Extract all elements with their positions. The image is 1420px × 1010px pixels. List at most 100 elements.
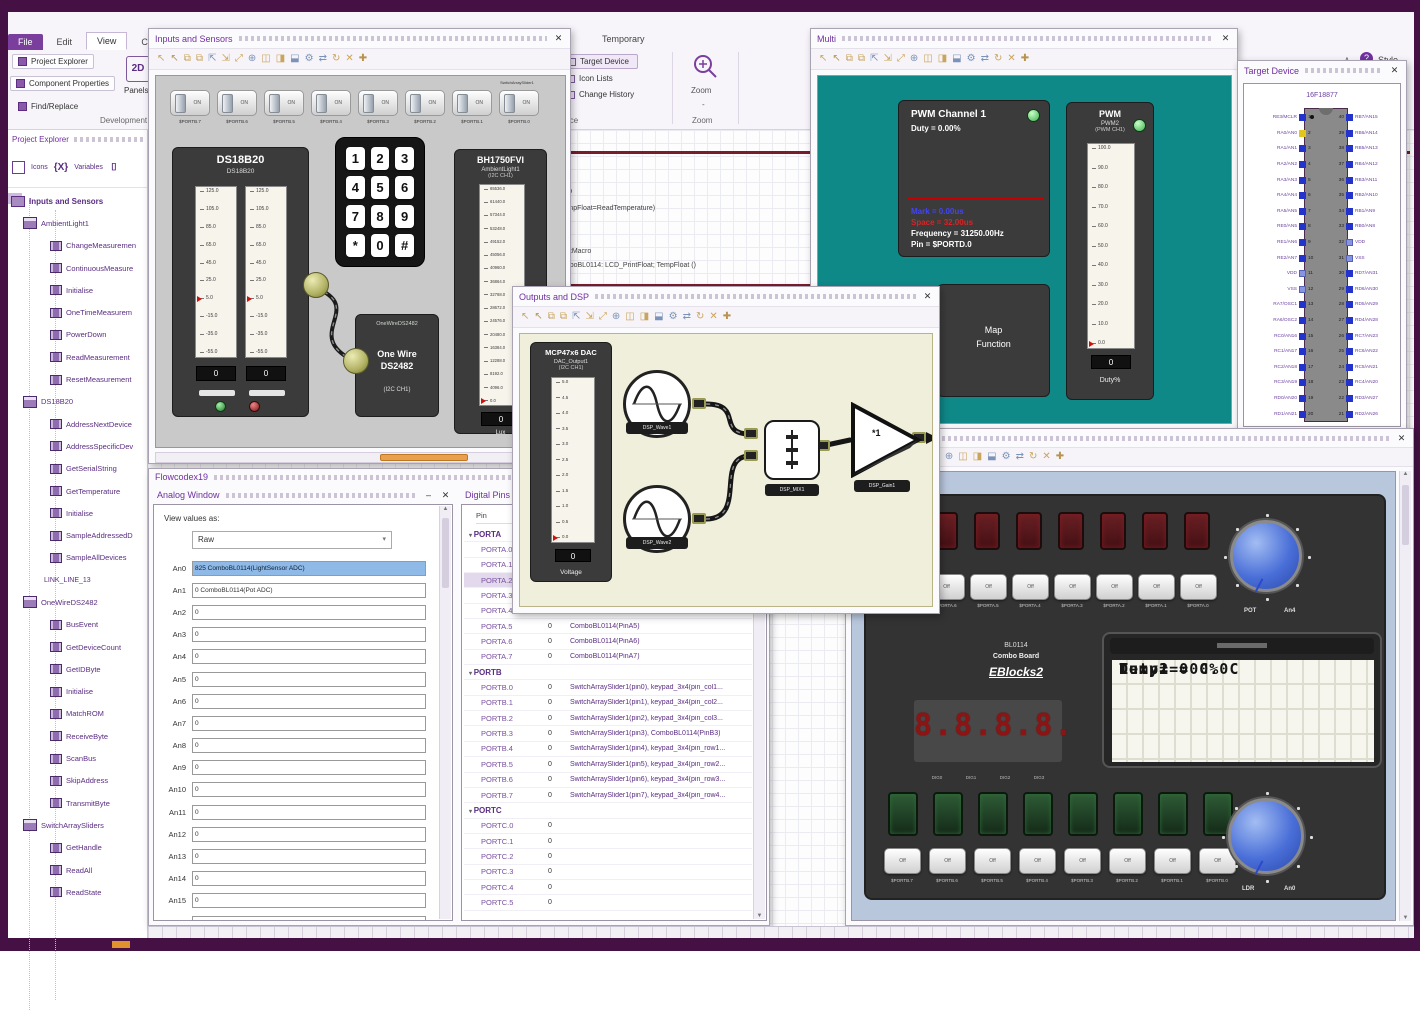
port-button[interactable]: Off [1109, 848, 1146, 874]
tree-item[interactable]: Initialise [8, 681, 147, 703]
tree-item[interactable]: OneWireDS2482 [8, 591, 147, 613]
toolbar-icon[interactable]: ↖ [819, 54, 827, 64]
digital-pin-row[interactable]: PORTB.00SwitchArraySlider1(pin0), keypad… [464, 680, 752, 695]
pin-row[interactable]: RC1/AN1716 [1246, 344, 1320, 360]
toolbar-icon[interactable]: ⧉ [858, 54, 865, 64]
tree-item[interactable]: GetTemperature [8, 480, 147, 502]
pin-row[interactable]: RC2/AN1817 [1246, 360, 1320, 376]
digital-pin-row[interactable]: PORTC.00 [464, 819, 752, 834]
toolbar-icon[interactable]: ✚ [1021, 54, 1029, 64]
pin-row[interactable]: 38RB5/AN13 [1332, 141, 1401, 157]
analog-row[interactable]: An80 [158, 735, 436, 757]
channel-value-input[interactable]: 0 [192, 805, 426, 820]
pin-row[interactable]: 27RD4/AN28 [1332, 313, 1401, 329]
pwm-slider-component[interactable]: PWM PWM2 (PWM CH1) 100.090.080.070.060.0… [1066, 102, 1154, 400]
channel-value-input[interactable]: 0 [192, 716, 426, 731]
analog-row[interactable]: An150 [158, 890, 436, 912]
window-titlebar[interactable]: Target Device✕ [1238, 61, 1406, 80]
2d-panel-icon[interactable]: 2D [126, 56, 150, 82]
tree-item[interactable]: OneTimeMeasurem [8, 301, 147, 323]
dsp-mix-component[interactable] [764, 420, 820, 480]
toolbar-icon[interactable]: ↻ [994, 54, 1002, 64]
port-button[interactable]: Off [1019, 848, 1056, 874]
channel-value-input[interactable]: 0 ComboBL0114(Pot ADC) [192, 583, 426, 598]
toolbar-icon[interactable]: ⊕ [945, 452, 953, 462]
tree-item[interactable]: SampleAddressedD [8, 524, 147, 546]
toolbar-icon[interactable]: ⊕ [910, 54, 918, 64]
pin-row[interactable]: 39RB6/AN14 [1332, 126, 1401, 142]
toolbar-icon[interactable]: ◫ [923, 54, 932, 64]
toolbar-icon[interactable]: ⚙ [1002, 452, 1011, 462]
inputs-canvas[interactable]: ON $PORTB.7 ON $PORTB.6 ON $PORTB.5 ON $… [155, 75, 566, 448]
digital-pin-row[interactable]: PORTA.70ComboBL0114(PinA7) [464, 650, 752, 665]
toolbar-icon[interactable]: ↖ [521, 312, 529, 322]
tree-item[interactable]: GetIDByte [8, 658, 147, 680]
window-titlebar[interactable]: Inputs and Sensors✕ [149, 29, 570, 48]
toolbar-icon[interactable]: ✚ [1056, 452, 1064, 462]
toolbar-icon[interactable]: ⧉ [196, 54, 203, 64]
tree-item[interactable]: BusEvent [8, 614, 147, 636]
toolbar-icon[interactable]: ⇲ [221, 54, 229, 64]
pin-row[interactable]: RC0/AN1615 [1246, 328, 1320, 344]
pot-knob[interactable] [1230, 520, 1302, 592]
tree-item[interactable]: LINK_LINE_13 [8, 569, 147, 591]
analog-row[interactable]: An140 [158, 868, 436, 890]
toolbar-icon[interactable]: ✕ [345, 54, 353, 64]
channel-value-input[interactable]: 0 [192, 849, 426, 864]
pin-row[interactable]: 29RD6/AN30 [1332, 282, 1401, 298]
tree-item[interactable]: SkipAddress [8, 770, 147, 792]
tree-item[interactable]: ChangeMeasuremen [8, 235, 147, 257]
close-icon[interactable]: ✕ [922, 292, 933, 301]
pin-row[interactable]: RE0/AN58 [1246, 219, 1320, 235]
analog-row[interactable]: An0825 ComboBL0114(LightSensor ADC) [158, 557, 436, 579]
analog-row[interactable]: An50 [158, 668, 436, 690]
tree-item[interactable]: ResetMeasurement [8, 368, 147, 390]
channel-value-input[interactable]: 0 [192, 871, 426, 886]
tree-item[interactable]: GetSerialString [8, 458, 147, 480]
pin-row[interactable]: 33RB0/AN8 [1332, 219, 1401, 235]
ribbon-check[interactable]: Target Device [562, 54, 638, 69]
toolbar-icon[interactable]: ↖ [534, 312, 542, 322]
ldr-knob[interactable] [1228, 798, 1304, 874]
toolbar-icon[interactable]: ↻ [1029, 452, 1037, 462]
toolbar-icon[interactable]: ◫ [261, 54, 270, 64]
tree-item[interactable]: PowerDown [8, 324, 147, 346]
port-button[interactable]: Off [1012, 574, 1049, 600]
tree-item[interactable]: Initialise [8, 279, 147, 301]
tree-item[interactable]: SampleAllDevices [8, 547, 147, 569]
port-button[interactable]: Off [1180, 574, 1217, 600]
analog-row[interactable]: An110 [158, 801, 436, 823]
project-explorer-button[interactable]: Project Explorer [12, 54, 94, 69]
pin-row[interactable]: RA5/AN57 [1246, 204, 1320, 220]
digital-pin-row[interactable]: PORTB.10SwitchArraySlider1(pin1), keypad… [464, 696, 752, 711]
channel-value-input[interactable]: 0 [192, 694, 426, 709]
pin-row[interactable]: 22RD3/AN27 [1332, 391, 1401, 407]
pin-row[interactable]: 24RC5/AN21 [1332, 360, 1401, 376]
pin-row[interactable]: RA1/AN13 [1246, 141, 1320, 157]
digital-pin-row[interactable]: PORTB.50SwitchArraySlider1(pin5), keypad… [464, 757, 752, 772]
find-replace-button[interactable]: Find/Replace [12, 99, 84, 114]
analog-row[interactable]: An100 [158, 779, 436, 801]
tree-item[interactable]: ReceiveByte [8, 725, 147, 747]
toolbar-icon[interactable]: ↖ [157, 54, 165, 64]
toolbar-icon[interactable]: ⇲ [883, 54, 891, 64]
tree-item[interactable]: MatchROM [8, 703, 147, 725]
close-icon[interactable]: ✕ [1220, 34, 1231, 43]
pin-row[interactable]: RE3/MCLR1 [1246, 110, 1320, 126]
pin-row[interactable]: RA0/AN02 [1246, 126, 1320, 142]
pane-titlebar[interactable]: Analog Window–✕ [151, 487, 457, 503]
tree-item[interactable]: AmbientLight1 [8, 212, 147, 234]
port-button[interactable]: Off [1064, 848, 1101, 874]
close-icon[interactable]: ✕ [553, 34, 564, 43]
toolbar-icon[interactable]: ⧉ [184, 54, 191, 64]
tree-item[interactable]: ReadState [8, 881, 147, 898]
channel-value-input[interactable]: 825 ComboBL0114(LightSensor ADC) [192, 561, 426, 576]
ribbon-check[interactable]: Change History [562, 88, 638, 101]
analog-row[interactable]: An60 [158, 690, 436, 712]
analog-row[interactable]: An40 [158, 646, 436, 668]
tree-item[interactable]: TransmitByte [8, 792, 147, 814]
pin-row[interactable]: VDD11 [1246, 266, 1320, 282]
tree-item[interactable]: Initialise [8, 502, 147, 524]
analog-row[interactable]: An160 [158, 912, 436, 921]
pin-row[interactable]: 40RB7/AN15 [1332, 110, 1401, 126]
